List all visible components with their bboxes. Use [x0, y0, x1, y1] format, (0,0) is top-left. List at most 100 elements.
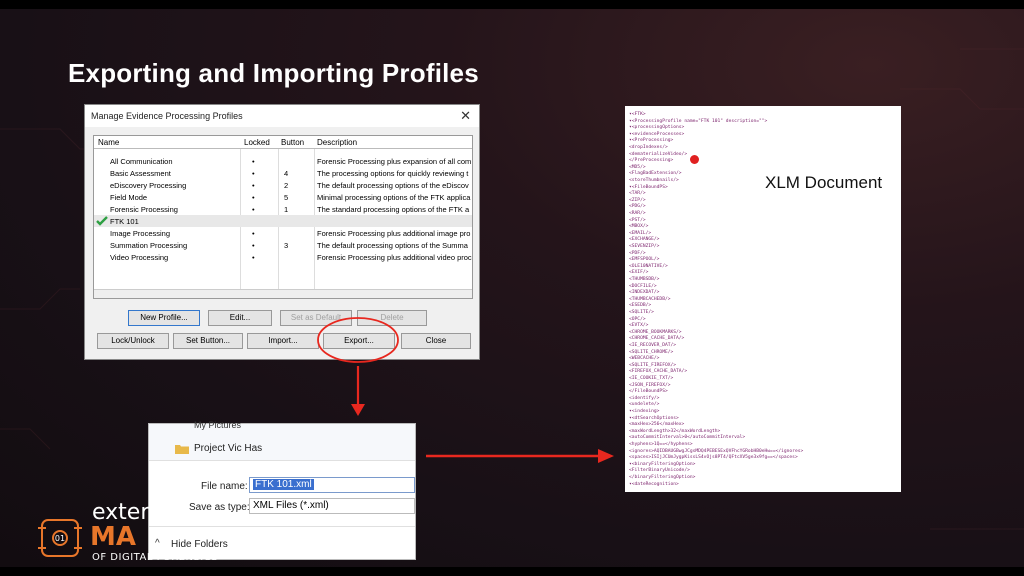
- table-row[interactable]: Summation Processing • 3 The default pro…: [94, 239, 472, 251]
- checkmark-icon: [96, 216, 108, 226]
- chevron-up-icon[interactable]: ^: [155, 538, 160, 549]
- xml-line: <autoCommitInterval>0</autoCommitInterva…: [629, 435, 746, 441]
- save-as-type-label: Save as type:: [189, 502, 250, 513]
- xml-line: </binaryFilteringOption>: [629, 475, 696, 480]
- row-name: Summation Processing: [110, 241, 188, 250]
- save-as-dialog: My Pictures Project Vic Has File name: F…: [148, 420, 416, 560]
- lock-unlock-button[interactable]: Lock/Unlock: [97, 333, 169, 349]
- xml-line: <OLE10NATIVE/>: [629, 263, 668, 269]
- row-description: Forensic Processing plus additional imag…: [317, 229, 471, 238]
- row-name: Forensic Processing: [110, 205, 178, 214]
- xml-line: <CHROME_CACHE_DATA/>: [629, 336, 685, 342]
- xml-line: <THUMBSDB/>: [629, 277, 660, 282]
- xml-line: ▾<FTK>: [629, 112, 646, 117]
- xml-line: <PDF/>: [629, 250, 646, 256]
- folder-item-my-pictures[interactable]: My Pictures: [194, 420, 241, 430]
- xml-line: <identify/>: [629, 395, 660, 401]
- file-name-label: File name:: [201, 481, 248, 492]
- row-button: 2: [284, 181, 289, 190]
- xml-line: <maxHex>256</maxHex>: [629, 422, 685, 428]
- row-description: Forensic Processing plus expansion of al…: [317, 157, 472, 166]
- set-button-button[interactable]: Set Button...: [173, 333, 243, 349]
- xml-line: <INDEXDAT/>: [629, 290, 660, 296]
- close-button[interactable]: Close: [401, 333, 471, 349]
- top-letterbox: [0, 0, 1024, 9]
- row-description: The standard processing options of the F…: [317, 205, 470, 214]
- xml-line: <PST/>: [629, 217, 646, 223]
- column-header-name[interactable]: Name: [98, 138, 119, 147]
- row-locked: •: [252, 193, 255, 202]
- row-description: Forensic Processing plus additional vide…: [317, 253, 472, 262]
- xml-line: <dropIndexes/>: [629, 145, 668, 150]
- xml-line: <ESEDB/>: [629, 303, 652, 309]
- xml-line: <maxWordLength>32</maxWordLength>: [629, 428, 721, 434]
- folder-icon: [175, 445, 189, 454]
- column-header-locked[interactable]: Locked: [244, 138, 270, 147]
- xml-line: ▾<dateRecognition>: [629, 481, 679, 487]
- xml-line: <undelete/>: [629, 402, 660, 408]
- xml-line: ▾<ProcessingProfile name="FTK 101" descr…: [629, 118, 768, 124]
- save-as-type-select[interactable]: XML Files (*.xml): [249, 498, 415, 514]
- row-name: Basic Assessment: [110, 169, 171, 178]
- xml-line: <FilterBinaryUnicode/>: [629, 468, 690, 474]
- xml-line: <EMAIL/>: [629, 230, 652, 236]
- column-header-button[interactable]: Button: [281, 138, 304, 147]
- row-button: 3: [284, 241, 289, 250]
- close-icon[interactable]: ✕: [460, 108, 471, 124]
- xml-line: <RAR/>: [629, 211, 646, 216]
- row-description: The default processing options of the eD…: [317, 181, 469, 190]
- xml-line: <JSON_FIREFOX/>: [629, 382, 671, 388]
- export-button[interactable]: Export...: [323, 333, 395, 349]
- xml-line: <FIREFOX_CACHE_DATA/>: [629, 369, 688, 375]
- xml-document-panel: ▾<FTK> ▾<ProcessingProfile name="FTK 101…: [625, 106, 901, 492]
- set-as-default-button[interactable]: Set as Default: [280, 310, 352, 326]
- row-name: eDiscovery Processing: [110, 181, 187, 190]
- delete-button[interactable]: Delete: [357, 310, 427, 326]
- xml-line: <OPC/>: [629, 316, 646, 322]
- xml-line: <MBOX/>: [629, 224, 649, 230]
- row-locked: •: [252, 205, 255, 214]
- row-description: The processing options for quickly revie…: [317, 169, 469, 178]
- xml-line: ▾<processingOptions>: [629, 125, 685, 131]
- xml-line: ▾<indexing>: [629, 409, 660, 414]
- extern-mag-logo-icon: 01: [38, 519, 82, 557]
- xml-line: <SQLITE/>: [629, 310, 654, 315]
- row-locked: •: [252, 169, 255, 178]
- xml-line: <CHROME_BOOKMARKS/>: [629, 329, 682, 335]
- table-row[interactable]: Forensic Processing • 1 The standard pro…: [94, 203, 472, 215]
- xml-line: <EMFSPOOL/>: [629, 257, 660, 263]
- folder-pane: My Pictures Project Vic Has: [149, 420, 415, 461]
- table-row[interactable]: Basic Assessment • 4 The processing opti…: [94, 167, 472, 179]
- table-row[interactable]: Image Processing • Forensic Processing p…: [94, 227, 472, 239]
- import-button[interactable]: Import...: [247, 333, 319, 349]
- xml-line: <spaces>ISIjJCUmJygpKissLS4vOjs8PT4/QFtc…: [629, 455, 798, 461]
- table-row[interactable]: All Communication • Forensic Processing …: [94, 155, 472, 167]
- table-row[interactable]: Video Processing • Forensic Processing p…: [94, 251, 472, 263]
- file-name-value: FTK 101.xml: [253, 479, 314, 490]
- row-button: 5: [284, 193, 289, 202]
- hide-folders-button[interactable]: Hide Folders: [171, 539, 228, 550]
- column-header-description[interactable]: Description: [317, 138, 357, 147]
- xml-line: <THUMBCACHEDB/>: [629, 296, 671, 302]
- row-name: Image Processing: [110, 229, 171, 238]
- xml-line: <ignores>AQIDBAUGBwgJCgsMDQ4PEBESExQVFhc…: [629, 448, 804, 454]
- divider: [149, 526, 415, 527]
- horizontal-scrollbar[interactable]: [94, 289, 472, 298]
- xml-line: <MD5/>: [629, 164, 646, 170]
- table-header: Name Locked Button Description: [94, 136, 472, 149]
- table-row[interactable]: eDiscovery Processing • 2 The default pr…: [94, 179, 472, 191]
- table-row-selected[interactable]: FTK 101: [94, 215, 472, 227]
- table-row[interactable]: Field Mode • 5 Minimal processing option…: [94, 191, 472, 203]
- row-button: 1: [284, 205, 289, 214]
- edit-button[interactable]: Edit...: [208, 310, 272, 326]
- new-profile-button[interactable]: New Profile...: [128, 310, 200, 326]
- logo-text-tagline: OF DIGITAL FORENSICS: [92, 552, 219, 563]
- xml-line: <SEVENZIP/>: [629, 244, 660, 249]
- xml-line: </FileBoundPS>: [629, 389, 668, 395]
- xml-line: <FlagBadExtension/>: [629, 171, 682, 177]
- folder-item-project-vic[interactable]: Project Vic Has: [194, 443, 262, 454]
- profiles-table: Name Locked Button Description All Commu…: [93, 135, 473, 299]
- bottom-letterbox: [0, 567, 1024, 576]
- xml-line: <EXIF/>: [629, 270, 649, 276]
- file-name-input[interactable]: FTK 101.xml: [249, 477, 415, 493]
